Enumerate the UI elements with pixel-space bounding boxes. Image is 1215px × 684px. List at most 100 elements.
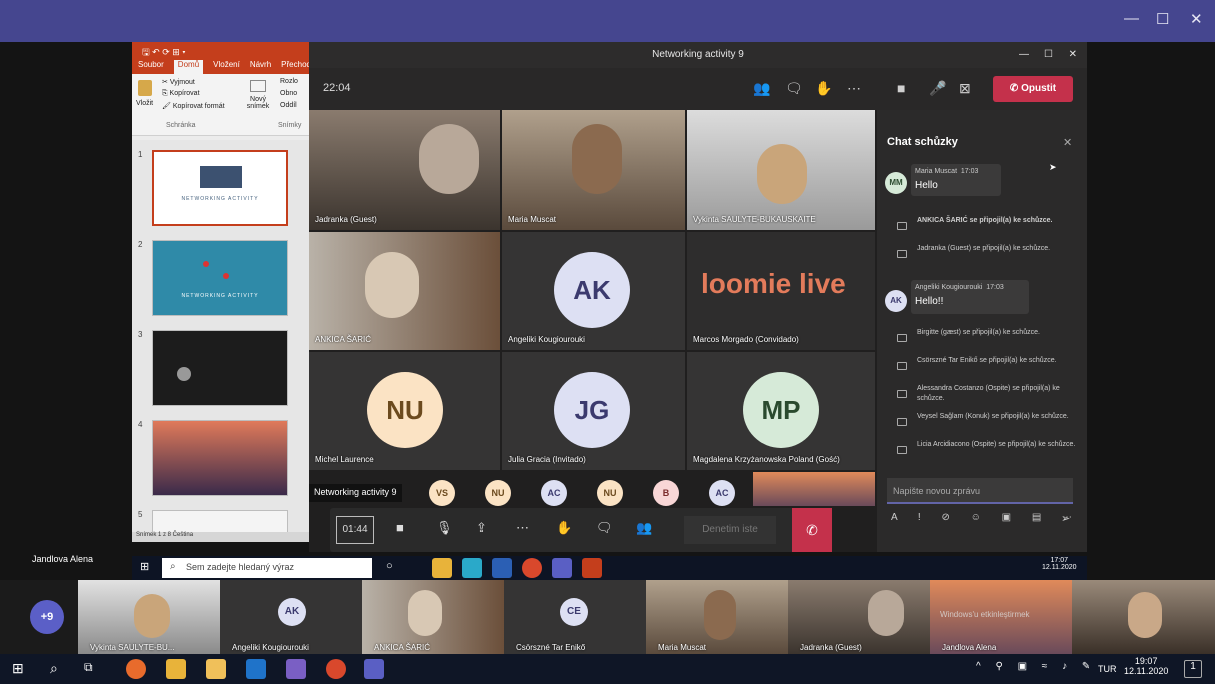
tab-home[interactable]: Domů: [173, 60, 204, 74]
video-tile-vykinta[interactable]: Vykinta SAULYTE-BUKAUSKAITE: [687, 110, 875, 230]
gallery-tile[interactable]: Maria Muscat: [646, 580, 788, 654]
close-button[interactable]: ✕: [1069, 42, 1077, 68]
system-tray-icons[interactable]: ^ ⚲ ▣ ≈ ♪ ✎: [976, 661, 1096, 672]
paste-button[interactable]: Vložit: [136, 100, 153, 107]
more-icon[interactable]: ⋯: [516, 520, 529, 536]
more-participants-button[interactable]: +9: [30, 600, 64, 634]
slide-thumbnail-4[interactable]: [152, 420, 288, 496]
share-screen-icon[interactable]: ⊠: [959, 80, 971, 97]
windows-start-icon[interactable]: ⊞: [12, 660, 24, 677]
chat-message: Maria Muscat 17:03 Hello: [911, 164, 1001, 196]
paint-icon[interactable]: [286, 659, 306, 679]
close-button[interactable]: ✕: [1190, 10, 1203, 28]
chrome-icon[interactable]: [326, 659, 346, 679]
participant-avatar[interactable]: NU: [597, 480, 623, 506]
tab-transitions[interactable]: Přechod: [281, 60, 311, 74]
cut-button[interactable]: ✂ Vyjmout: [162, 78, 195, 86]
participant-avatar[interactable]: AC: [709, 480, 735, 506]
gallery-tile[interactable]: ANKICA ŠARIĆ: [362, 580, 504, 654]
format-painter-button[interactable]: 🖌 Kopírovat formát: [162, 102, 225, 110]
format-painter-label: Kopírovat formát: [172, 103, 225, 110]
more-options-icon[interactable]: ⋯: [847, 80, 861, 97]
shared-taskbar: ⊞ ⌕ Sem zadejte hledaný výraz ○ 17:07 12…: [132, 556, 1087, 580]
powerpoint-icon[interactable]: [582, 558, 602, 578]
video-tile-maria-muscat[interactable]: Maria Muscat: [502, 110, 685, 230]
slide-thumbnail-3[interactable]: [152, 330, 288, 406]
hang-up-button[interactable]: ✆: [792, 508, 832, 552]
reset-button[interactable]: Obno: [280, 90, 297, 97]
notification-center-icon[interactable]: 1: [1184, 660, 1202, 678]
camera-icon[interactable]: ■: [396, 520, 404, 535]
chrome-icon[interactable]: [522, 558, 542, 578]
store-icon[interactable]: [206, 659, 226, 679]
slide-thumbnail-5[interactable]: [152, 510, 288, 534]
share-icon[interactable]: ⇪: [476, 520, 487, 536]
gallery-tile[interactable]: Windows'u etkinleştirmek Jandlova Alena: [930, 580, 1072, 654]
tab-design[interactable]: Návrh: [250, 60, 271, 74]
edge-icon[interactable]: [462, 558, 482, 578]
raise-hand-icon[interactable]: ✋: [556, 520, 572, 536]
request-control-button[interactable]: Denetim iste: [684, 516, 776, 544]
send-icon[interactable]: ➢: [1061, 512, 1070, 525]
slide-thumbnail-1[interactable]: NETWORKING ACTIVITY: [152, 150, 288, 226]
close-chat-icon[interactable]: ✕: [1063, 136, 1072, 149]
mic-off-icon[interactable]: 🎙: [436, 520, 453, 536]
participant-avatar[interactable]: AC: [541, 480, 567, 506]
mail-icon[interactable]: [246, 659, 266, 679]
leave-button[interactable]: ✆ Opustit: [993, 76, 1073, 102]
gallery-tile-self[interactable]: [1072, 580, 1215, 654]
new-slide-icon[interactable]: [250, 80, 266, 92]
search-icon[interactable]: ⌕: [50, 660, 58, 677]
section-button[interactable]: Oddíl: [280, 102, 297, 109]
maximize-button[interactable]: ☐: [1156, 10, 1169, 28]
gallery-tile[interactable]: CE Csörszné Tar Enikő: [504, 580, 646, 654]
participant-avatar[interactable]: VS: [429, 480, 455, 506]
video-tile-angeliki[interactable]: AK Angeliki Kougiourouki: [502, 232, 685, 350]
participant-avatar[interactable]: B: [653, 480, 679, 506]
gallery-tile[interactable]: AK Angeliki Kougiourouki: [220, 580, 362, 654]
taskbar-clock[interactable]: 19:07 12.11.2020: [1124, 656, 1168, 676]
join-icon: [897, 334, 907, 342]
video-tile-michel[interactable]: NU Michel Laurence: [309, 352, 500, 470]
video-tile-julia[interactable]: JG Julia Gracia (Invitado): [502, 352, 685, 470]
video-tile-jadranka[interactable]: Jadranka (Guest): [309, 110, 500, 230]
tab-file[interactable]: Soubor: [138, 60, 164, 74]
participant-avatar[interactable]: NU: [485, 480, 511, 506]
language-indicator[interactable]: TUR: [1098, 664, 1117, 674]
minimize-button[interactable]: —: [1019, 42, 1029, 68]
raise-hand-icon[interactable]: ✋: [815, 80, 832, 97]
participant-video-thumbnail[interactable]: [753, 472, 875, 506]
paste-icon[interactable]: [138, 80, 152, 96]
firefox-icon[interactable]: [126, 659, 146, 679]
chat-message-input[interactable]: Napište novou zprávu: [887, 478, 1073, 504]
slide-thumbnail-2[interactable]: NETWORKING ACTIVITY: [152, 240, 288, 316]
microphone-icon[interactable]: 🎤: [929, 80, 946, 97]
new-slide-button[interactable]: Nový snímek: [244, 96, 272, 110]
task-view-icon[interactable]: ⧉: [84, 660, 93, 675]
taskbar-search-box[interactable]: ⌕ Sem zadejte hledaný výraz: [162, 558, 372, 578]
tab-insert[interactable]: Vložení: [213, 60, 240, 74]
gallery-tile[interactable]: Jadranka (Guest): [788, 580, 930, 654]
video-tile-ankica[interactable]: ANKICA ŠARIĆ: [309, 232, 500, 350]
video-tile-magdalena[interactable]: MP Magdalena Krzyżanowska Poland (Gość): [687, 352, 875, 470]
copy-button[interactable]: ⎘ Kopírovat: [162, 90, 200, 98]
participants-icon[interactable]: 👥: [636, 520, 652, 536]
windows-start-icon[interactable]: ⊞: [140, 560, 149, 573]
chat-icon[interactable]: 🗨: [596, 520, 613, 536]
maximize-button[interactable]: ☐: [1044, 42, 1053, 68]
layout-button[interactable]: Rozlo: [280, 78, 298, 85]
video-tile-marcos[interactable]: loomie live Marcos Morgado (Convidado): [687, 232, 875, 350]
camera-icon[interactable]: ■: [897, 80, 905, 96]
cortana-icon[interactable]: ○: [386, 560, 393, 572]
teams-icon[interactable]: [364, 659, 384, 679]
minimize-button[interactable]: —: [1124, 10, 1139, 27]
people-icon[interactable]: 👥: [753, 80, 770, 97]
file-explorer-icon[interactable]: [432, 558, 452, 578]
chat-icon[interactable]: 🗨: [785, 80, 803, 97]
file-explorer-icon[interactable]: [166, 659, 186, 679]
teams-icon[interactable]: [552, 558, 572, 578]
chat-compose-tools[interactable]: A ! ⊘ ☺ ▣ ▤ ⋯: [891, 512, 1081, 523]
word-icon[interactable]: [492, 558, 512, 578]
gallery-tile[interactable]: Vykinta SAULYTE-BU...: [78, 580, 220, 654]
participant-name: Vykinta SAULYTE-BUKAUSKAITE: [693, 215, 816, 224]
